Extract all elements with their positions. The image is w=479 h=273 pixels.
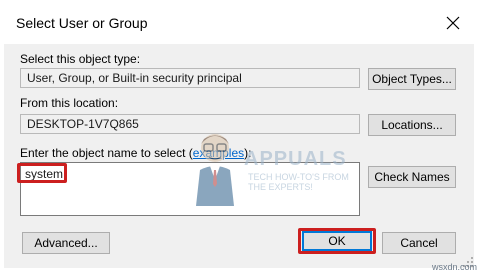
object-types-button[interactable]: Object Types... <box>368 68 456 90</box>
object-type-field: User, Group, or Built-in security princi… <box>20 68 360 88</box>
text-caret <box>64 167 66 180</box>
location-label: From this location: <box>20 96 119 110</box>
object-name-value: system <box>25 167 64 181</box>
check-names-button[interactable]: Check Names <box>368 166 456 188</box>
close-icon <box>446 16 460 30</box>
watermark-tagline-2: THE EXPERTS! <box>248 182 313 192</box>
watermark-tagline: TECH HOW-TO'S FROM THE EXPERTS! <box>248 172 349 192</box>
dialog-title: Select User or Group <box>16 15 148 31</box>
object-name-text: system <box>25 167 66 181</box>
watermark: APPUALS TECH HOW-TO'S FROM THE EXPERTS! <box>190 128 350 208</box>
close-button[interactable] <box>436 8 470 38</box>
watermark-tagline-1: TECH HOW-TO'S FROM <box>248 172 349 182</box>
object-type-label: Select this object type: <box>20 52 141 66</box>
locations-button[interactable]: Locations... <box>368 114 456 136</box>
watermark-brand: APPUALS <box>244 148 347 170</box>
advanced-button[interactable]: Advanced... <box>22 232 110 254</box>
ok-button[interactable]: OK <box>302 231 372 251</box>
enter-name-label-text: Enter the object name to select ( <box>20 146 193 160</box>
source-credit: wsxdn.com <box>432 262 478 272</box>
cancel-button[interactable]: Cancel <box>382 232 456 254</box>
mascot-icon <box>196 134 234 206</box>
